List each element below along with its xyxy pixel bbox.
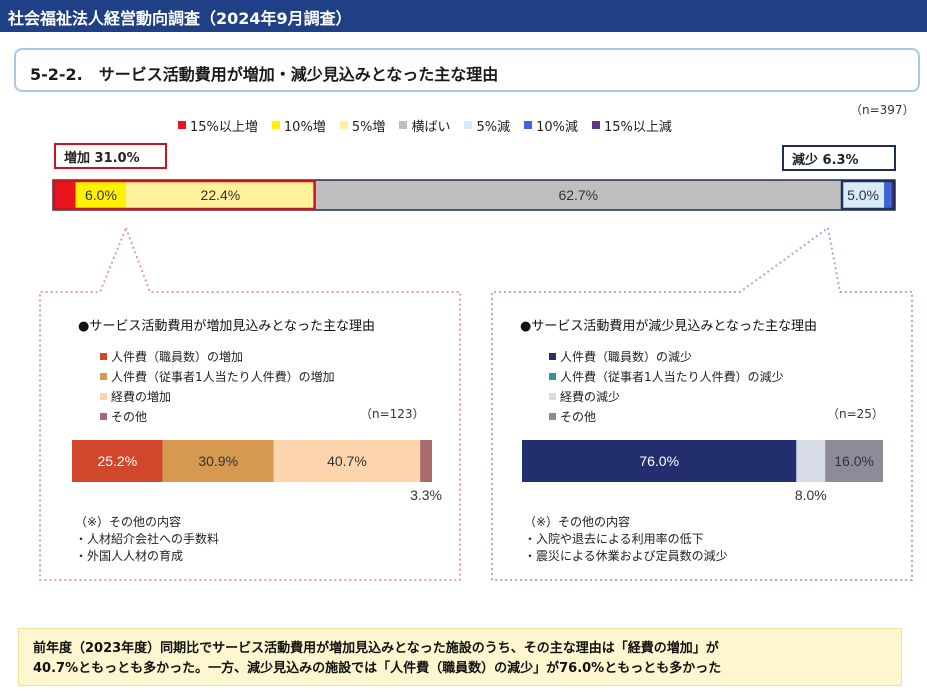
legend-label: その他	[111, 409, 148, 424]
legend-label: 人件費（職員数）の増加	[111, 349, 244, 364]
bar-segment	[53, 180, 76, 210]
notes-title: （※）その他の内容	[75, 515, 182, 529]
left-panel-legend: 人件費（職員数）の増加 人件費（従事者1人当たり人件費）の増加 経費の増加 その…	[100, 346, 335, 426]
main-stacked-bar: 6.0% 22.4% 62.7% 5.0%	[52, 179, 896, 211]
data-label: 22.4%	[201, 187, 241, 203]
right-panel-title: ●サービス活動費用が減少見込みとなった主な理由	[520, 319, 817, 334]
right-legend-item: その他	[549, 406, 784, 426]
left-legend-item: 人件費（職員数）の増加	[100, 346, 335, 366]
right-legend-item: 人件費（職員数）の減少	[549, 346, 784, 366]
left-panel-title: ●サービス活動費用が増加見込みとなった主な理由	[78, 319, 375, 334]
legend-swatch	[100, 372, 107, 380]
data-label: 6.0%	[85, 187, 117, 203]
legend-label: 経費の増加	[111, 389, 172, 404]
data-label: 8.0%	[795, 487, 827, 500]
data-label: 62.7%	[558, 187, 598, 203]
legend-label: 人件費（職員数）の減少	[560, 349, 693, 364]
legend-swatch	[100, 412, 107, 420]
decrease-reasons-bar: 76.0% 8.0% 16.0%	[522, 440, 883, 500]
left-legend-item: 経費の増加	[100, 386, 335, 406]
right-legend-item: 経費の減少	[549, 386, 784, 406]
legend-swatch	[549, 352, 556, 360]
data-label: 5.0%	[847, 187, 879, 203]
right-legend-item: 人件費（従事者1人当たり人件費）の減少	[549, 366, 784, 386]
note-item: ・外国人人材の育成	[75, 549, 184, 563]
legend-swatch	[100, 352, 107, 360]
note-item: ・入院や退去による利用率の低下	[524, 532, 704, 546]
legend-label: 人件費（従事者1人当たり人件費）の減少	[560, 369, 784, 384]
left-sample-size: （n=123）	[360, 407, 425, 421]
conclusion-text: 前年度（2023年度）同期比でサービス活動費用が増加見込みとなった施設のうち、そ…	[33, 639, 893, 679]
legend-swatch	[549, 392, 556, 400]
notes-title: （※）その他の内容	[524, 515, 631, 529]
conclusion-line: 前年度（2023年度）同期比でサービス活動費用が増加見込みとなった施設のうち、そ…	[33, 641, 719, 656]
left-legend-item: その他	[100, 406, 335, 426]
bar-segment	[796, 440, 826, 482]
legend-label: その他	[560, 409, 597, 424]
legend-label: 人件費（従事者1人当たり人件費）の増加	[111, 369, 335, 384]
data-label: 76.0%	[639, 453, 679, 469]
right-other-notes: （※）その他の内容 ・入院や退去による利用率の低下 ・震災による休業および定員数…	[524, 514, 728, 565]
bar-segment	[884, 180, 891, 210]
legend-swatch	[100, 392, 107, 400]
note-item: ・震災による休業および定員数の減少	[524, 549, 728, 563]
legend-swatch	[549, 412, 556, 420]
note-item: ・人材紹介会社への手数料	[75, 532, 220, 546]
legend-label: 経費の減少	[560, 389, 621, 404]
left-legend-item: 人件費（従事者1人当たり人件費）の増加	[100, 366, 335, 386]
right-panel-legend: 人件費（職員数）の減少 人件費（従事者1人当たり人件費）の減少 経費の減少 その…	[549, 346, 784, 426]
conclusion-box: 前年度（2023年度）同期比でサービス活動費用が増加見込みとなった施設のうち、そ…	[18, 628, 902, 686]
legend-swatch	[549, 372, 556, 380]
left-other-notes: （※）その他の内容 ・人材紹介会社への手数料 ・外国人人材の育成	[75, 514, 219, 565]
conclusion-line: 40.7%ともっとも多かった。一方、減少見込みの施設では「人件費（職員数）の減少…	[33, 661, 722, 676]
right-sample-size: （n=25）	[827, 407, 884, 421]
data-label: 16.0%	[834, 453, 874, 469]
